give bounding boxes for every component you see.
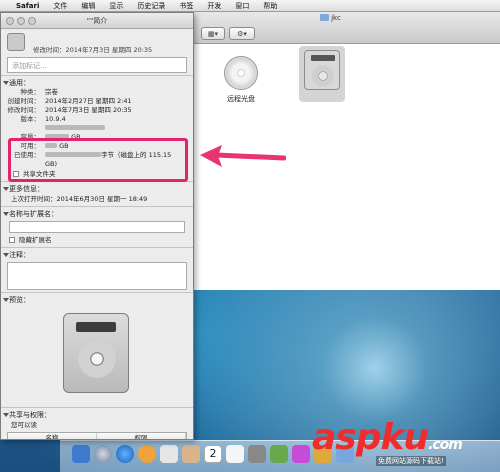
tags-field[interactable]: 添加标记... xyxy=(7,57,187,73)
watermark-brand: aspku xyxy=(312,417,429,458)
modified-line: 修改时间：2014年7月3日 星期四 20:35 xyxy=(33,46,153,54)
info-titlebar: ""简介 xyxy=(1,13,193,29)
close-icon[interactable] xyxy=(6,17,14,25)
col-name[interactable]: 名称 xyxy=(8,433,97,439)
hard-disk-icon xyxy=(304,50,340,90)
app-dock-icon[interactable] xyxy=(160,445,178,463)
available-row: 可用： GB xyxy=(20,142,69,150)
cd-icon xyxy=(224,56,258,90)
launchpad-dock-icon[interactable] xyxy=(94,445,112,463)
menu-history[interactable]: 历史记录 xyxy=(137,1,165,11)
gear-icon: ⚙▾ xyxy=(237,29,247,38)
itunes-dock-icon[interactable] xyxy=(292,445,310,463)
hard-disk-icon xyxy=(7,33,25,51)
safari-dock-icon[interactable] xyxy=(116,445,134,463)
hard-disk-icon xyxy=(63,313,129,393)
checkbox[interactable] xyxy=(9,237,15,243)
used-row-cont: GB) xyxy=(45,160,58,168)
grid-icon: ▦▾ xyxy=(207,29,219,38)
info-title: ""简介 xyxy=(86,17,108,25)
remote-disc-item[interactable]: 远程光盘 xyxy=(221,56,261,104)
finder-title: jkc xyxy=(161,14,500,22)
get-info-window: ""简介 修改时间：2014年7月3日 星期四 20:35 添加标记... 通用… xyxy=(0,12,194,440)
notes-dock-icon[interactable] xyxy=(226,445,244,463)
preview-area xyxy=(1,305,193,405)
menu-safari[interactable]: Safari xyxy=(16,2,39,10)
comments-field[interactable] xyxy=(7,262,187,290)
pointer-arrow xyxy=(200,145,286,167)
name-field[interactable] xyxy=(9,221,185,233)
menu-view[interactable]: 显示 xyxy=(109,1,123,11)
hide-extension-checkbox[interactable]: 隐藏扩展名 xyxy=(1,235,193,245)
folder-icon xyxy=(320,14,330,21)
sharing-section-header[interactable]: 共享与权限： xyxy=(1,410,193,420)
app-dock-icon[interactable] xyxy=(138,445,156,463)
sharing-summary: 您可以读 xyxy=(11,421,37,429)
capacity-row: 容量： GB xyxy=(20,133,81,141)
watermark-domain: .com xyxy=(428,437,463,453)
arrange-button[interactable]: ▦▾ xyxy=(201,27,225,40)
menu-bar: Safari 文件 编辑 显示 历史记录 书签 开发 窗口 帮助 xyxy=(0,0,500,12)
col-privilege[interactable]: 权限 xyxy=(97,433,186,439)
shared-folder-checkbox[interactable]: 共享文件夹 xyxy=(1,169,193,179)
zoom-icon[interactable] xyxy=(28,17,36,25)
app-dock-icon[interactable] xyxy=(270,445,288,463)
menu-window[interactable]: 窗口 xyxy=(235,1,249,11)
used-row: 已使用： 字节（磁盘上的 115.15 xyxy=(14,151,172,159)
name-ext-section-header[interactable]: 名称与扩展名： xyxy=(1,209,193,219)
calendar-dock-icon[interactable]: 2 xyxy=(204,445,222,463)
modified-row: 修改时间： 2014年7月3日 星期四 20:35 xyxy=(7,106,132,114)
last-opened-line: 上次打开时间：2014年6月30日 星期一 18:49 xyxy=(11,195,148,203)
finder-dock-icon[interactable] xyxy=(72,445,90,463)
permissions-table-header: 名称 权限 xyxy=(7,432,187,439)
version-row: 版本： 10.9.4 xyxy=(20,115,66,123)
format-row xyxy=(1,124,193,133)
watermark: aspku.com 免费网站源码下载站! xyxy=(312,417,463,466)
finder-toolbar: jkc ▦▾ ⚙▾ xyxy=(161,12,500,44)
more-info-section-header[interactable]: 更多信息： xyxy=(1,184,193,194)
preview-section-header[interactable]: 预览： xyxy=(1,295,193,305)
contacts-dock-icon[interactable] xyxy=(182,445,200,463)
comments-section-header[interactable]: 注释： xyxy=(1,250,193,260)
menu-bookmarks[interactable]: 书签 xyxy=(179,1,193,11)
action-button[interactable]: ⚙▾ xyxy=(229,27,255,40)
info-header: 修改时间：2014年7月3日 星期四 20:35 xyxy=(1,29,193,55)
window-controls xyxy=(6,17,36,25)
watermark-tagline: 免费网站源码下载站! xyxy=(376,456,446,466)
created-row: 创建时间： 2014年2月27日 星期四 2:41 xyxy=(7,97,132,105)
kind-row: 种类： 宗卷 xyxy=(20,88,59,96)
checkbox[interactable] xyxy=(13,171,19,177)
app-dock-icon[interactable] xyxy=(248,445,266,463)
general-section-header[interactable]: 通用： xyxy=(1,78,193,88)
volume-item[interactable] xyxy=(301,50,343,93)
menu-edit[interactable]: 编辑 xyxy=(81,1,95,11)
minimize-icon[interactable] xyxy=(17,17,25,25)
menu-help[interactable]: 帮助 xyxy=(263,1,277,11)
menu-file[interactable]: 文件 xyxy=(53,1,67,11)
menu-develop[interactable]: 开发 xyxy=(207,1,221,11)
